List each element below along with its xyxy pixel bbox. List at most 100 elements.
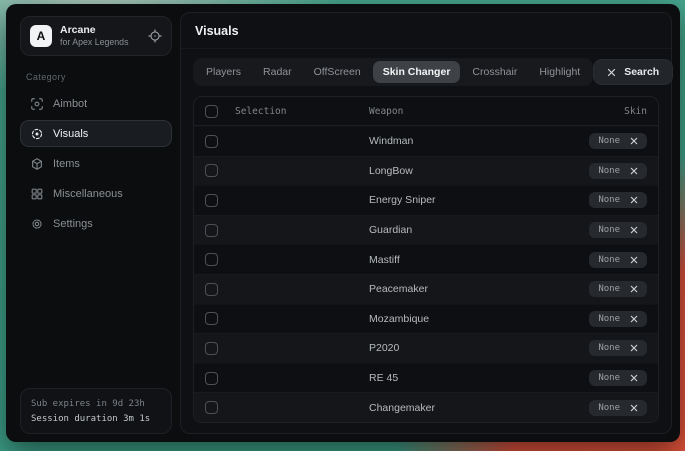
app-subtitle: for Apex Legends <box>60 37 128 48</box>
sidebar-item[interactable]: Visuals <box>20 120 172 147</box>
x-icon[interactable] <box>630 315 638 323</box>
table-row: P2020 None <box>194 333 658 363</box>
app-window: A Arcane for Apex Legends Category Aimbo… <box>6 4 680 442</box>
skin-badge-label: None <box>598 255 620 265</box>
x-icon[interactable] <box>630 167 638 175</box>
tab[interactable]: OffScreen <box>304 61 371 83</box>
x-icon[interactable] <box>630 196 638 204</box>
tab[interactable]: Crosshair <box>462 61 527 83</box>
table-row: Peacemaker None <box>194 274 658 304</box>
sidebar-item-label: Visuals <box>53 128 88 140</box>
skin-badge[interactable]: None <box>589 370 647 386</box>
miscellaneous-icon <box>30 187 44 201</box>
visuals-icon <box>30 127 44 141</box>
table-row: Changemaker None <box>194 392 658 422</box>
table-header: Selection Weapon Skin <box>194 97 658 126</box>
row-checkbox[interactable] <box>205 224 218 237</box>
weapon-name: Energy Sniper <box>369 194 589 206</box>
row-checkbox[interactable] <box>205 342 218 355</box>
search-button[interactable]: Search <box>593 59 673 85</box>
skin-badge-label: None <box>598 166 620 176</box>
session-info-card: Sub expires in 9d 23h Session duration 3… <box>20 388 172 434</box>
skin-badge[interactable]: None <box>589 340 647 356</box>
app-name: Arcane <box>60 24 128 37</box>
sidebar-item-label: Miscellaneous <box>53 188 123 200</box>
skin-badge-label: None <box>598 373 620 383</box>
sidebar: A Arcane for Apex Legends Category Aimbo… <box>14 12 172 434</box>
table-row: Mastiff None <box>194 244 658 274</box>
x-icon[interactable] <box>630 256 638 264</box>
sidebar-item[interactable]: Items <box>20 150 172 177</box>
skin-badge-label: None <box>598 314 620 324</box>
main-panel: Visuals PlayersRadarOffScreenSkin Change… <box>180 12 672 434</box>
row-checkbox[interactable] <box>205 135 218 148</box>
sub-expires-text: Sub expires in 9d 23h <box>31 397 161 412</box>
skin-badge-label: None <box>598 343 620 353</box>
skin-badge[interactable]: None <box>589 311 647 327</box>
sidebar-item[interactable]: Settings <box>20 210 172 237</box>
row-checkbox[interactable] <box>205 372 218 385</box>
table-row: LongBow None <box>194 156 658 186</box>
table-row: RE 45 None <box>194 363 658 393</box>
x-icon[interactable] <box>630 344 638 352</box>
app-header-card: A Arcane for Apex Legends <box>20 16 172 56</box>
row-checkbox[interactable] <box>205 312 218 325</box>
skin-badge[interactable]: None <box>589 400 647 416</box>
x-icon[interactable] <box>630 404 638 412</box>
row-checkbox[interactable] <box>205 253 218 266</box>
session-duration-text: Session duration 3m 1s <box>31 413 161 427</box>
row-checkbox[interactable] <box>205 194 218 207</box>
skin-badge-label: None <box>598 195 620 205</box>
skin-table: Selection Weapon Skin Windman None LongB… <box>193 96 659 423</box>
sidebar-nav: Aimbot Visuals Items Miscellaneous Setti… <box>20 90 172 240</box>
sidebar-item-label: Settings <box>53 218 93 230</box>
table-row: Mozambique None <box>194 304 658 334</box>
crosshair-icon[interactable] <box>148 29 162 43</box>
row-checkbox[interactable] <box>205 283 218 296</box>
column-header-skin: Skin <box>624 106 647 117</box>
aimbot-icon <box>30 97 44 111</box>
tab[interactable]: Radar <box>253 61 302 83</box>
items-icon <box>30 157 44 171</box>
weapon-name: RE 45 <box>369 372 589 384</box>
row-checkbox[interactable] <box>205 164 218 177</box>
table-body: Windman None LongBow None Energy Sniper … <box>194 126 658 422</box>
x-icon[interactable] <box>630 226 638 234</box>
weapon-name: P2020 <box>369 342 589 354</box>
sidebar-item-label: Items <box>53 158 80 170</box>
x-icon[interactable] <box>630 285 638 293</box>
table-row: Windman None <box>194 126 658 156</box>
x-icon[interactable] <box>630 137 638 145</box>
tab[interactable]: Players <box>196 61 251 83</box>
weapon-name: Guardian <box>369 224 589 236</box>
column-header-weapon: Weapon <box>369 106 624 117</box>
x-icon <box>607 68 616 77</box>
app-title-block: Arcane for Apex Legends <box>60 24 128 48</box>
skin-badge[interactable]: None <box>589 133 647 149</box>
tab[interactable]: Skin Changer <box>373 61 461 83</box>
x-icon[interactable] <box>630 374 638 382</box>
skin-badge[interactable]: None <box>589 252 647 268</box>
sidebar-item-label: Aimbot <box>53 98 87 110</box>
weapon-name: LongBow <box>369 165 589 177</box>
weapon-name: Peacemaker <box>369 283 589 295</box>
skin-badge[interactable]: None <box>589 163 647 179</box>
skin-badge[interactable]: None <box>589 192 647 208</box>
skin-badge-label: None <box>598 403 620 413</box>
tab[interactable]: Highlight <box>529 61 590 83</box>
row-checkbox[interactable] <box>205 401 218 414</box>
column-header-selection: Selection <box>235 106 369 117</box>
weapon-name: Windman <box>369 135 589 147</box>
skin-badge[interactable]: None <box>589 222 647 238</box>
sidebar-item[interactable]: Aimbot <box>20 90 172 117</box>
weapon-name: Changemaker <box>369 402 589 414</box>
skin-badge-label: None <box>598 225 620 235</box>
weapon-name: Mozambique <box>369 313 589 325</box>
category-label: Category <box>26 72 168 82</box>
select-all-checkbox[interactable] <box>205 105 218 118</box>
skin-badge[interactable]: None <box>589 281 647 297</box>
sidebar-item[interactable]: Miscellaneous <box>20 180 172 207</box>
toolbar: PlayersRadarOffScreenSkin ChangerCrossha… <box>181 49 671 86</box>
table-row: Guardian None <box>194 215 658 245</box>
weapon-name: Mastiff <box>369 254 589 266</box>
